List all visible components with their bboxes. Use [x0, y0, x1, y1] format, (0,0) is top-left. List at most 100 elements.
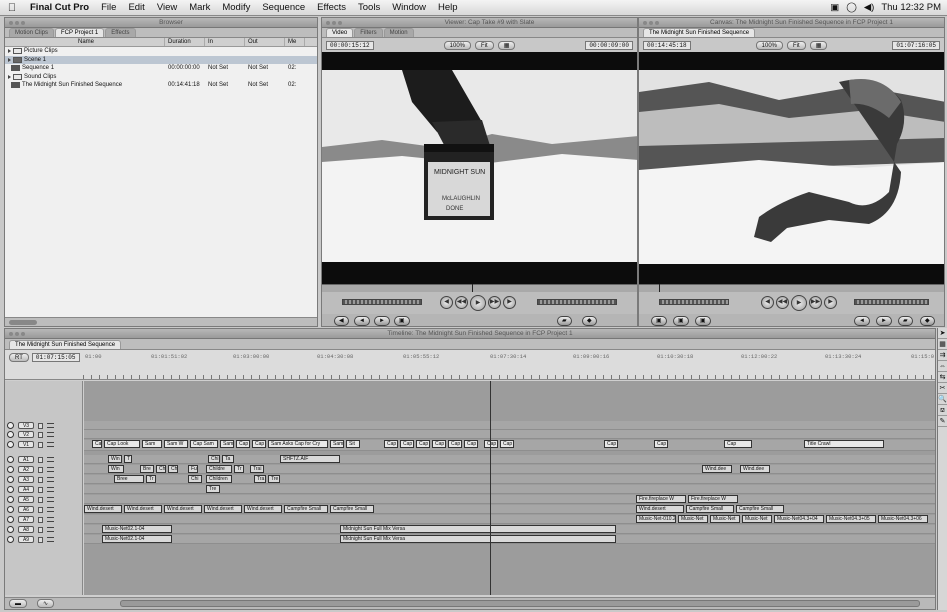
menu-window[interactable]: Window	[386, 2, 432, 13]
timeline-clip[interactable]: Children	[206, 475, 232, 483]
play-button[interactable]: ▶	[791, 295, 807, 311]
track-audible-toggle[interactable]	[7, 516, 14, 523]
canvas-overlay-popup[interactable]: ▦	[809, 40, 828, 50]
track-header-a3[interactable]: A3	[5, 475, 83, 484]
tab-motion-clips[interactable]: Motion Clips	[9, 28, 55, 37]
column-in[interactable]: In	[205, 38, 245, 46]
track-header-v3[interactable]: V3	[5, 421, 83, 430]
menu-effects[interactable]: Effects	[311, 2, 352, 13]
previous-edit-button[interactable]: ◀◀	[776, 296, 789, 309]
previous-edit-button[interactable]: ◀◀	[455, 296, 468, 309]
track-header-a7[interactable]: A7	[5, 515, 83, 524]
track-header-a5[interactable]: A5	[5, 495, 83, 504]
viewer-current-timecode[interactable]: 00:00:09:00	[585, 40, 634, 50]
column-media[interactable]: Me	[285, 38, 305, 46]
crop-tool-icon[interactable]: ⟏	[938, 405, 947, 416]
timeline-clip[interactable]: Music-Net04.3+06	[878, 515, 928, 523]
timeline-clip[interactable]: Midnight Sun Full Mix Versa	[340, 535, 616, 543]
timeline-clip[interactable]: Fire.fireplace W	[636, 495, 686, 503]
track-lock-icon[interactable]	[38, 486, 43, 493]
add-keyframe-button[interactable]: ◆	[920, 316, 935, 326]
canvas-titlebar[interactable]: Canvas: The Midnight Sun Finished Sequen…	[639, 18, 944, 28]
viewer-shuttle-control[interactable]	[342, 299, 422, 305]
roll-tool-icon[interactable]: ⇔	[938, 361, 947, 372]
track-header-a4[interactable]: A4	[5, 485, 83, 494]
insert-button[interactable]: ▣	[651, 316, 667, 326]
timeline-clip[interactable]: Cap	[464, 440, 478, 448]
timeline-clip[interactable]: Cap	[432, 440, 446, 448]
timeline-titlebar[interactable]: Timeline: The Midnight Sun Finished Sequ…	[5, 329, 935, 339]
timeline-playhead[interactable]	[490, 381, 491, 595]
timeline-clip[interactable]: Sam	[220, 440, 234, 448]
overwrite-button[interactable]: ▣	[673, 316, 689, 326]
viewer-jog-control[interactable]	[537, 299, 617, 305]
mark-in-button[interactable]: ◄	[854, 316, 870, 326]
clip-overlays-button[interactable]: ∿	[37, 599, 55, 608]
timeline-clip[interactable]: Tr	[146, 475, 156, 483]
display-icon[interactable]: ▣	[830, 2, 839, 13]
timeline-clip[interactable]: Music-Net02.1-04	[102, 525, 172, 533]
menu-file[interactable]: File	[95, 2, 122, 13]
match-frame-button[interactable]: ◀	[334, 316, 349, 326]
timeline-clip[interactable]: Bre	[140, 465, 154, 473]
timeline-clip[interactable]: Cap	[400, 440, 414, 448]
rt-popup[interactable]: RT	[9, 353, 29, 362]
timeline-clip[interactable]: Chi	[168, 465, 178, 473]
timeline-clip[interactable]: Wind.desert	[244, 505, 282, 513]
timeline-clip[interactable]: Wind.dee	[702, 465, 732, 473]
timeline-clip[interactable]: Chi	[156, 465, 166, 473]
tab-sequence[interactable]: The Midnight Sun Finished Sequence	[9, 340, 122, 349]
timeline-clip[interactable]: Cap	[92, 440, 102, 448]
pen-tool-icon[interactable]: ✎	[938, 416, 947, 427]
canvas-jog-control[interactable]	[854, 299, 929, 305]
timeline-clip[interactable]: Tra	[254, 475, 266, 483]
timeline-clip[interactable]: Childre	[206, 465, 232, 473]
track-lock-icon[interactable]	[38, 441, 43, 448]
track-lock-icon[interactable]	[38, 506, 43, 513]
timeline-clip[interactable]: Wind.dee	[740, 465, 770, 473]
browser-row[interactable]: Scene 1	[5, 55, 317, 64]
timeline-track-area[interactable]: Cap Cap Look Sam Sam W Cap Sam Sam Cap C…	[84, 381, 935, 595]
track-select-tool-icon[interactable]: ⇉	[938, 350, 947, 361]
timeline-clip[interactable]: T	[124, 455, 132, 463]
track-lock-icon[interactable]	[38, 536, 43, 543]
timeline-clip[interactable]: Chi	[208, 455, 220, 463]
timeline-clip[interactable]: Fire.fireplace W	[688, 495, 738, 503]
menu-tools[interactable]: Tools	[352, 2, 386, 13]
menu-mark[interactable]: Mark	[183, 2, 216, 13]
window-controls[interactable]	[9, 20, 25, 25]
timeline-clip[interactable]: Ta	[222, 455, 234, 463]
timeline-clip[interactable]: Midnight Sun Full Mix Versa	[340, 525, 616, 533]
timeline-clip[interactable]: Cap	[252, 440, 266, 448]
timeline-clip[interactable]: Campfire Small	[736, 505, 784, 513]
track-header-a8[interactable]: A8	[5, 525, 83, 534]
track-lock-icon[interactable]	[38, 422, 43, 429]
timeline-clip[interactable]: Cap	[654, 440, 668, 448]
track-audible-toggle[interactable]	[7, 526, 14, 533]
tab-effects[interactable]: Effects	[105, 28, 136, 37]
track-audible-toggle[interactable]	[7, 496, 14, 503]
canvas-duration-timecode[interactable]: 00:14:45:18	[643, 40, 691, 50]
timeline-clip[interactable]: Wind.desert	[204, 505, 242, 513]
browser-row[interactable]: Picture Clips	[5, 47, 317, 56]
track-audible-toggle[interactable]	[7, 466, 14, 473]
menu-view[interactable]: View	[151, 2, 183, 13]
timeline-clip[interactable]: Music-Net	[678, 515, 708, 523]
play-around-button[interactable]: ▶	[503, 296, 516, 309]
menubar-clock[interactable]: Thu 12:32 PM	[881, 2, 941, 13]
timeline-clip[interactable]: Cap	[604, 440, 618, 448]
timeline-clip[interactable]: Music-Net	[710, 515, 740, 523]
timeline-clip[interactable]: Win	[108, 455, 122, 463]
track-audible-toggle[interactable]	[7, 486, 14, 493]
viewer-titlebar[interactable]: Viewer: Cap Take #9 with Slate	[322, 18, 637, 28]
timeline-clip[interactable]: Music-Net04.3+04	[774, 515, 824, 523]
timeline-clip[interactable]: Sam W	[164, 440, 188, 448]
timeline-horizontal-scrollbar[interactable]	[120, 600, 920, 607]
timeline-clip[interactable]: Ful	[188, 465, 198, 473]
timeline-ruler[interactable]: 01:00 01:01:51:02 01:03:00:00 01:04:30:0…	[5, 350, 935, 380]
viewer-overlay-popup[interactable]: ▦	[497, 40, 516, 50]
timeline-clip[interactable]: Title Crawl	[804, 440, 884, 448]
timeline-clip[interactable]: Sam	[330, 440, 344, 448]
timeline-clip[interactable]: Sam	[142, 440, 162, 448]
timeline-clip[interactable]: Sit	[346, 440, 360, 448]
